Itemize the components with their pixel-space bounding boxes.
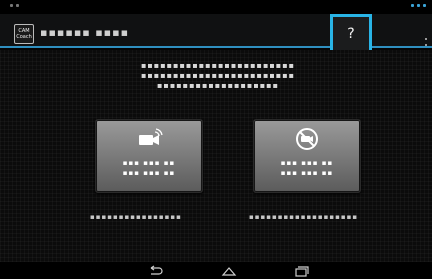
no-camera-mode-caption: ▪▪▪▪▪▪▪▪▪▪▪▪▪▪▪▪▪▪▪ <box>249 213 359 221</box>
home-icon[interactable] <box>220 265 238 277</box>
recent-apps-icon[interactable] <box>292 265 310 277</box>
video-camera-icon <box>139 128 163 145</box>
main-content: ▪▪▪▪▪▪▪▪▪▪▪▪▪▪▪▪▪▪▪▪▪▪▪▪ ▪▪▪▪▪▪▪▪▪▪▪▪▪▪▪… <box>0 50 432 262</box>
no-camera-icon <box>296 128 318 150</box>
help-button[interactable]: ? <box>330 14 372 54</box>
instruction-text: ▪▪▪▪▪▪▪▪▪▪▪▪▪▪▪▪▪▪▪▪▪▪▪▪ ▪▪▪▪▪▪▪▪▪▪▪▪▪▪▪… <box>140 61 296 90</box>
camera-mode-label: ▪▪▪ ▪▪▪ ▪▪ ▪▪▪ ▪▪▪ ▪▪ <box>122 159 176 177</box>
app-logo-line-2: Coach <box>16 34 32 40</box>
app-logo: CAM Coach <box>14 24 34 44</box>
status-bar <box>0 0 432 14</box>
no-camera-mode-label: ▪▪▪ ▪▪▪ ▪▪ ▪▪▪ ▪▪▪ ▪▪ <box>280 159 334 177</box>
no-camera-mode-button[interactable]: ▪▪▪ ▪▪▪ ▪▪ ▪▪▪ ▪▪▪ ▪▪ <box>253 119 361 193</box>
camera-mode-button[interactable]: ▪▪▪ ▪▪▪ ▪▪ ▪▪▪ ▪▪▪ ▪▪ <box>95 119 203 193</box>
navigation-bar <box>0 262 432 279</box>
back-icon[interactable] <box>145 265 163 277</box>
status-system-icons <box>411 4 426 7</box>
status-notification-icons <box>10 4 19 7</box>
camera-mode-caption: ▪▪▪▪▪▪▪▪▪▪▪▪▪▪▪▪ <box>90 213 182 221</box>
app-title: ▪▪▪▪▪▪ ▪▪▪▪ <box>40 26 130 39</box>
